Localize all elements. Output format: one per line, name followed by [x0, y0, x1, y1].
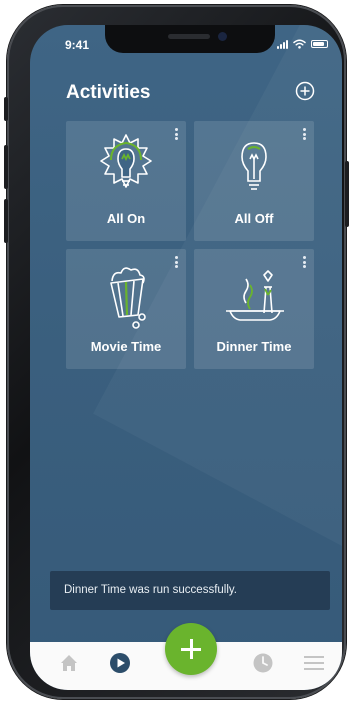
activity-label: All On [106, 211, 146, 226]
notch [105, 25, 275, 53]
tile-menu-icon[interactable] [173, 127, 179, 141]
home-icon[interactable] [58, 652, 80, 674]
screen: 9:41 Activities All On All Off Movie Tim… [30, 25, 342, 690]
phone-frame: 9:41 Activities All On All Off Movie Tim… [4, 5, 349, 699]
status-icons [277, 39, 328, 49]
popcorn-icon [110, 267, 146, 329]
lightbulb-off-icon [241, 142, 267, 190]
speaker [168, 34, 210, 39]
battery-icon [311, 40, 328, 48]
plus-vertical [189, 639, 193, 659]
activity-tile-dinner-time[interactable]: Dinner Time [194, 249, 314, 369]
tile-menu-icon[interactable] [173, 255, 179, 269]
activity-label: All Off [234, 211, 274, 226]
plus-circle-icon[interactable] [295, 81, 315, 101]
tile-menu-icon[interactable] [301, 255, 307, 269]
signal-icon [277, 39, 288, 49]
status-time: 9:41 [65, 38, 90, 52]
page-title: Activities [66, 82, 151, 103]
activity-tile-movie-time[interactable]: Movie Time [66, 249, 186, 369]
tile-menu-icon[interactable] [301, 127, 307, 141]
wifi-icon [293, 39, 306, 49]
lightbulb-on-icon [100, 134, 152, 188]
toast-notification: Dinner Time was run successfully. [50, 571, 330, 610]
menu-icon[interactable] [303, 652, 325, 674]
activity-tile-all-off[interactable]: All Off [194, 121, 314, 241]
activity-label: Movie Time [90, 339, 162, 354]
add-icon[interactable] [165, 623, 217, 675]
activity-tile-all-on[interactable]: All On [66, 121, 186, 241]
activity-label: Dinner Time [216, 339, 292, 354]
dinner-icon [226, 270, 284, 321]
front-camera [218, 32, 227, 41]
volume-up-button [4, 145, 8, 189]
play-icon[interactable] [109, 652, 131, 674]
volume-down-button [4, 199, 8, 243]
clock-icon[interactable] [252, 652, 274, 674]
power-button [345, 161, 349, 227]
silent-switch [4, 97, 8, 121]
